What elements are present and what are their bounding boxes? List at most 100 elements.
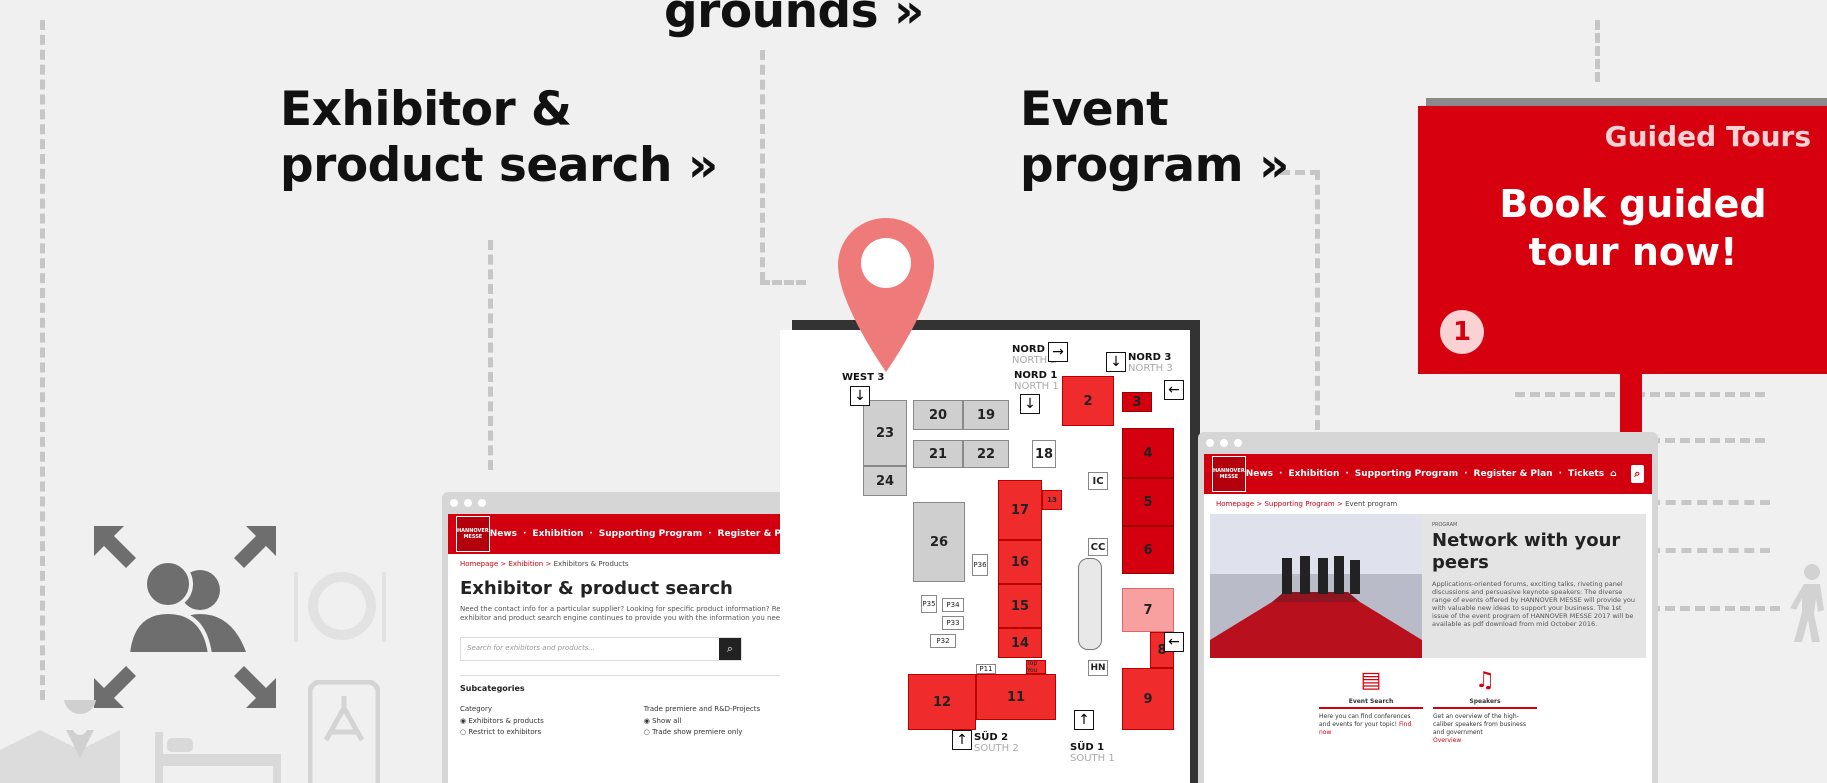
pavilion-p11[interactable]: P11 [976,664,996,674]
hall-9[interactable]: 9 [1122,668,1174,730]
nav-separator: · [1464,469,1468,479]
hall-23[interactable]: 22 [963,440,1009,468]
feature-text: Here you can find conferences and events… [1319,709,1423,737]
hall-26[interactable]: 26 [913,502,965,582]
search-button[interactable]: ⌕ [719,638,741,660]
hall-24[interactable]: 24 [863,466,907,496]
top-you-area[interactable]: Top You [1026,660,1046,674]
dining-icon [294,572,386,642]
nav-item-supporting-program[interactable]: Supporting Program [599,529,702,539]
hall-18[interactable]: 18 [1032,440,1056,468]
nav-item-news[interactable]: News [490,529,517,539]
grounds-link[interactable]: grounds » [664,0,924,40]
exhibitor-search-link[interactable]: Exhibitor & product search » [280,82,718,194]
label-sud2: SÜD 2 [974,732,1009,743]
arrow-down-icon: ↓ [1020,394,1040,414]
search-input[interactable]: Search for exhibitors and products... [461,638,719,660]
connector-line [760,280,806,285]
nav-item-tickets[interactable]: Tickets [1568,469,1604,479]
nav-item-exhibition[interactable]: Exhibition [532,529,583,539]
entrance-label-sud1: SÜD 1 SOUTH 1 [1070,742,1115,764]
event-program-line1: Event [1020,82,1169,137]
hall-17[interactable]: 17 [998,480,1042,540]
hall-6[interactable]: 6 [1122,526,1174,574]
hm-brand-icon[interactable]: ⌂ [1610,469,1616,479]
hall-3[interactable]: 3 [1122,392,1152,412]
radio-label: Trade show premiere only [652,728,743,736]
hero-text: PROGRAM Network with your peers Applicat… [1422,514,1646,658]
nav-separator: · [1345,469,1349,479]
search-icon[interactable]: ⌕ [1630,465,1644,483]
hannover-messe-logo[interactable]: HANNOVER MESSE [456,516,490,552]
pavilion-p33[interactable]: P33 [942,616,964,630]
arrow-right-icon: → [1048,342,1068,362]
category-label: Category [460,705,492,713]
hero-body: Applications-oriented forums, exciting t… [1432,580,1636,628]
hall-2[interactable]: 2 [1062,376,1114,426]
breadcrumb-supporting-program[interactable]: Supporting Program [1264,500,1334,508]
nav-item-supporting-program[interactable]: Supporting Program [1355,469,1458,479]
location-pin-icon [838,218,934,372]
step-number-badge: 1 [1440,310,1484,354]
feature-link[interactable]: Overview [1433,737,1537,745]
building-ic[interactable]: IC [1088,472,1108,490]
breadcrumb-current: Exhibitors & Products [553,560,629,568]
pavilion-p34[interactable]: P34 [942,598,964,612]
building-hn[interactable]: HN [1088,660,1108,676]
fairground-map[interactable]: 23 24 20 19 21 22 18 26 2 3 4 5 6 7 8 9 … [780,330,1190,783]
hall-4[interactable]: 4 [1122,428,1174,478]
pavilion-p32[interactable]: P32 [930,634,956,648]
hall-5[interactable]: 5 [1122,478,1174,526]
feature-text-body: Here you can find conferences and events… [1319,713,1411,728]
connector-line [488,240,493,470]
hall-13[interactable]: 13 [1042,490,1062,510]
hall-14[interactable]: 14 [998,628,1042,658]
nav-separator: · [708,529,712,539]
radio-show-all[interactable]: ◉ Show all [644,717,760,725]
nav-item-exhibition[interactable]: Exhibition [1288,469,1339,479]
nav-item-news[interactable]: News [1246,469,1273,479]
pavilion-p36[interactable]: P36 [972,554,988,576]
microphone-icon: ♫ [1475,668,1495,693]
pavilion-p35[interactable]: P35 [921,595,937,613]
label-south2: SOUTH 2 [974,743,1019,754]
feature-title: Event Search [1319,694,1423,709]
arrow-left-icon: ← [1164,632,1184,652]
nav-separator: · [1279,469,1283,479]
site-nav: HANNOVER MESSE News · Exhibition · Suppo… [1204,454,1652,494]
label-north1: NORTH 1 [1014,381,1059,392]
radio-exhibitors-products[interactable]: ◉ Exhibitors & products [460,717,544,725]
hall-12[interactable]: 12 [908,674,976,730]
breadcrumb-homepage[interactable]: Homepage [460,560,498,568]
breadcrumb-homepage[interactable]: Homepage [1216,500,1254,508]
event-search-icon: ▤ [1360,668,1382,693]
connector-line [1650,548,1770,553]
radio-restrict-exhibitors[interactable]: ○ Restrict to exhibitors [460,728,544,736]
connector-line [1650,606,1780,611]
hall-16[interactable]: 16 [998,540,1042,584]
hall-11[interactable]: 11 [976,674,1056,720]
book-tour-line1: Book guided [1499,182,1767,226]
feature-event-search[interactable]: ▤ Event Search Here you can find confere… [1319,668,1423,745]
hall-21[interactable]: 23 [863,400,907,466]
guided-tours-card[interactable]: Guided Tours Book guided tour now! 1 [1418,106,1827,374]
hall-22[interactable]: 21 [913,440,963,468]
feature-speakers[interactable]: ♫ Speakers Get an overview of the high-c… [1433,668,1537,745]
event-program-link[interactable]: Event program » [1020,82,1289,194]
nav-item-register-plan[interactable]: Register & Plan [1474,469,1553,479]
hall-7[interactable]: 7 [1122,588,1174,632]
book-tour-cta[interactable]: Book guided tour now! [1418,180,1827,276]
guided-tours-stem [1620,374,1642,434]
hero: PROGRAM Network with your peers Applicat… [1210,514,1646,658]
hall-15[interactable]: 15 [998,584,1042,628]
hall-20[interactable]: 20 [913,400,963,430]
hall-19[interactable]: 19 [963,400,1009,430]
search-bar: Search for exhibitors and products... ⌕ [460,637,742,661]
hotel-bed-icon [155,732,281,783]
hero-title-line1: Network with your [1432,530,1621,551]
breadcrumb-exhibition[interactable]: Exhibition [508,560,543,568]
radio-premiere-only[interactable]: ○ Trade show premiere only [644,728,760,736]
label-south1: SOUTH 1 [1070,753,1115,764]
building-cc[interactable]: CC [1088,538,1108,556]
hannover-messe-logo[interactable]: HANNOVER MESSE [1212,456,1246,492]
